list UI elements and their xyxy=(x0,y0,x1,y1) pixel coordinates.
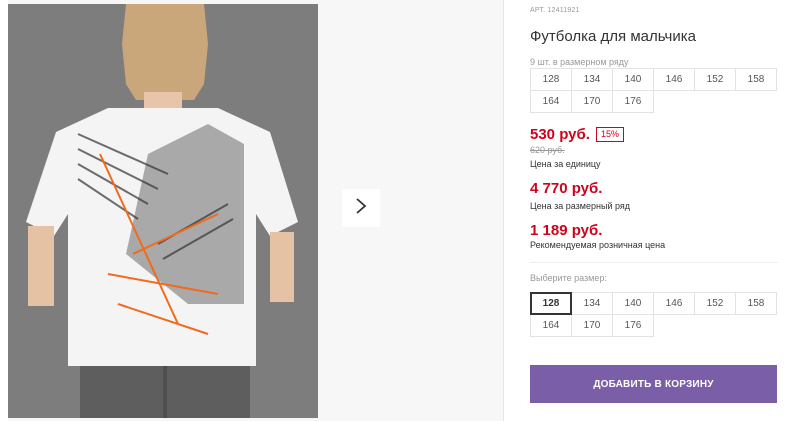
size-row-note: 9 шт. в размерном ряду xyxy=(530,57,629,67)
discount-badge: 15% xyxy=(595,127,624,142)
size-option-128[interactable]: 128 xyxy=(530,292,572,315)
size-option-152[interactable]: 152 xyxy=(694,292,736,315)
rrp-price: 1 189 руб. xyxy=(530,222,603,239)
size-row-cell: 164 xyxy=(530,90,572,113)
size-option-176[interactable]: 176 xyxy=(612,314,654,337)
size-option-140[interactable]: 140 xyxy=(612,292,654,315)
old-price: 620 руб. xyxy=(530,145,565,155)
article-number: АРТ. 12411921 xyxy=(530,7,580,14)
row-price: 4 770 руб. xyxy=(530,180,603,197)
size-row-cell: 152 xyxy=(694,68,736,91)
choose-size-label: Выберите размер: xyxy=(530,273,607,283)
size-option-146[interactable]: 146 xyxy=(653,292,695,315)
size-option-164[interactable]: 164 xyxy=(530,314,572,337)
unit-price: 530 руб. xyxy=(530,126,590,143)
size-selector: 128 134 140 146 152 158 164 170 176 xyxy=(530,292,782,337)
size-row-cell: 134 xyxy=(571,68,613,91)
product-title: Футболка для мальчика xyxy=(530,28,696,45)
section-divider xyxy=(530,262,778,263)
size-row-cell: 128 xyxy=(530,68,572,91)
unit-price-label: Цена за единицу xyxy=(530,159,601,169)
product-gallery xyxy=(8,0,503,421)
row-price-label: Цена за размерный ряд xyxy=(530,201,631,211)
rrp-price-label: Рекомендуемая розничная цена xyxy=(530,240,666,250)
size-row-cell: 146 xyxy=(653,68,695,91)
size-option-158[interactable]: 158 xyxy=(735,292,777,315)
price-row: 530 руб. 15% xyxy=(530,126,624,143)
size-row-cell: 158 xyxy=(735,68,777,91)
gallery-next-button[interactable] xyxy=(342,189,380,227)
product-photo xyxy=(8,4,318,418)
chevron-right-icon xyxy=(355,197,367,220)
size-row-grid: 128 134 140 146 152 158 164 170 176 xyxy=(530,68,782,113)
size-option-134[interactable]: 134 xyxy=(571,292,613,315)
panel-divider xyxy=(503,0,504,421)
size-row-cell: 176 xyxy=(612,90,654,113)
size-option-170[interactable]: 170 xyxy=(571,314,613,337)
size-row-cell: 170 xyxy=(571,90,613,113)
add-to-cart-button[interactable]: ДОБАВИТЬ В КОРЗИНУ xyxy=(530,365,777,403)
size-row-cell: 140 xyxy=(612,68,654,91)
